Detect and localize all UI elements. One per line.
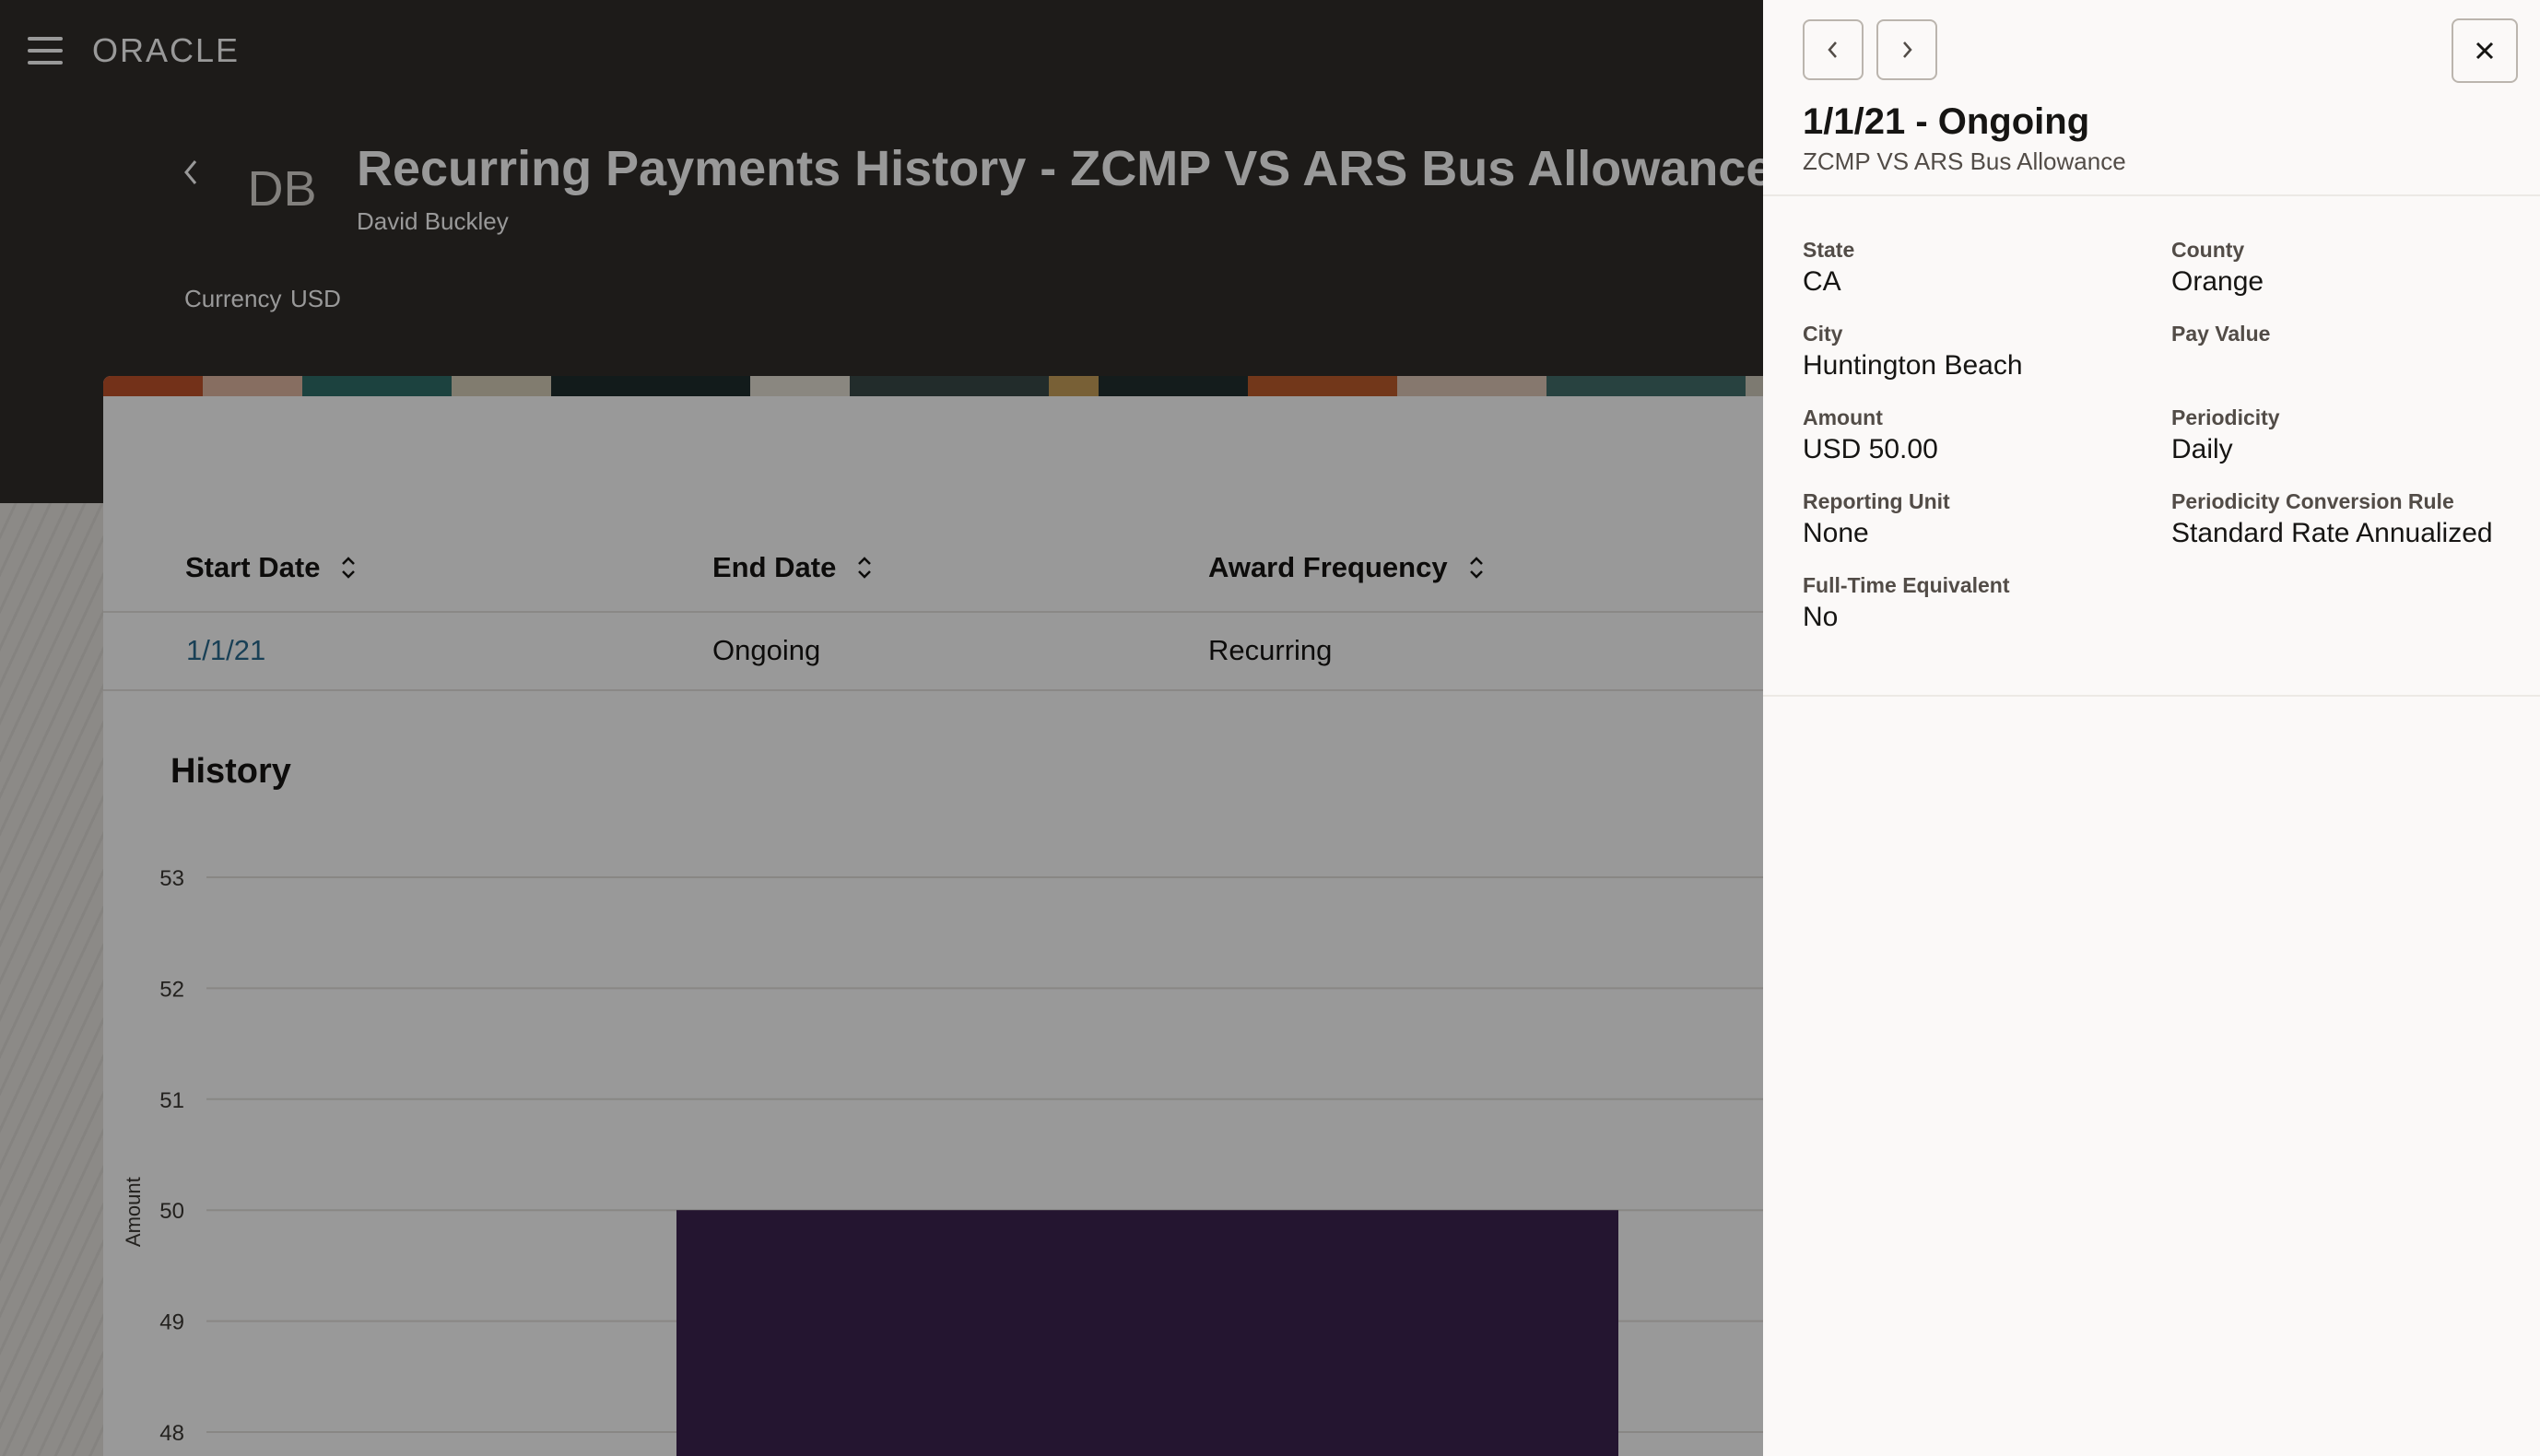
field-label: Periodicity Conversion Rule	[2171, 489, 2454, 513]
chevron-right-icon	[1903, 41, 1912, 58]
chevron-left-icon	[1828, 41, 1837, 58]
field-label: Amount	[1803, 405, 1883, 429]
field-pay-value: Pay Value	[2171, 320, 2270, 347]
field-label: County	[2171, 238, 2245, 262]
next-button[interactable]	[1876, 19, 1937, 80]
field-label: City	[1803, 322, 1843, 346]
field-label: State	[1803, 238, 1855, 262]
field-label: Periodicity	[2171, 405, 2280, 429]
drawer-subtitle: ZCMP VS ARS Bus Allowance	[1803, 147, 2126, 175]
field-periodicity-conversion-rule: Periodicity Conversion Rule Standard Rat…	[2171, 487, 2493, 552]
divider	[1763, 194, 2540, 196]
field-label: Reporting Unit	[1803, 489, 1950, 513]
field-label: Full-Time Equivalent	[1803, 573, 2010, 597]
field-value: CA	[1803, 266, 1841, 297]
field-state: State CA	[1803, 236, 1854, 300]
field-reporting-unit: Reporting Unit None	[1803, 487, 1950, 552]
field-label: Pay Value	[2171, 322, 2271, 346]
detail-drawer: 1/1/21 - Ongoing ZCMP VS ARS Bus Allowan…	[1763, 0, 2540, 1456]
field-value: No	[1803, 602, 1839, 632]
field-full-time-equivalent: Full-Time Equivalent No	[1803, 571, 2010, 636]
field-value: None	[1803, 518, 1869, 548]
field-value: Daily	[2171, 434, 2233, 464]
field-value: Standard Rate Annualized	[2171, 518, 2493, 548]
field-periodicity: Periodicity Daily	[2171, 404, 2280, 468]
field-amount: Amount USD 50.00	[1803, 404, 1938, 468]
close-button[interactable]	[2452, 18, 2518, 83]
previous-button[interactable]	[1803, 19, 1864, 80]
modal-scrim[interactable]	[0, 0, 1763, 1456]
close-icon	[2475, 41, 2494, 60]
divider	[1763, 695, 2540, 697]
field-value: USD 50.00	[1803, 434, 1938, 464]
field-city: City Huntington Beach	[1803, 320, 2023, 384]
field-county: County Orange	[2171, 236, 2264, 300]
field-value: Orange	[2171, 266, 2264, 297]
drawer-title: 1/1/21 - Ongoing	[1803, 101, 2090, 142]
field-value: Huntington Beach	[1803, 350, 2023, 381]
